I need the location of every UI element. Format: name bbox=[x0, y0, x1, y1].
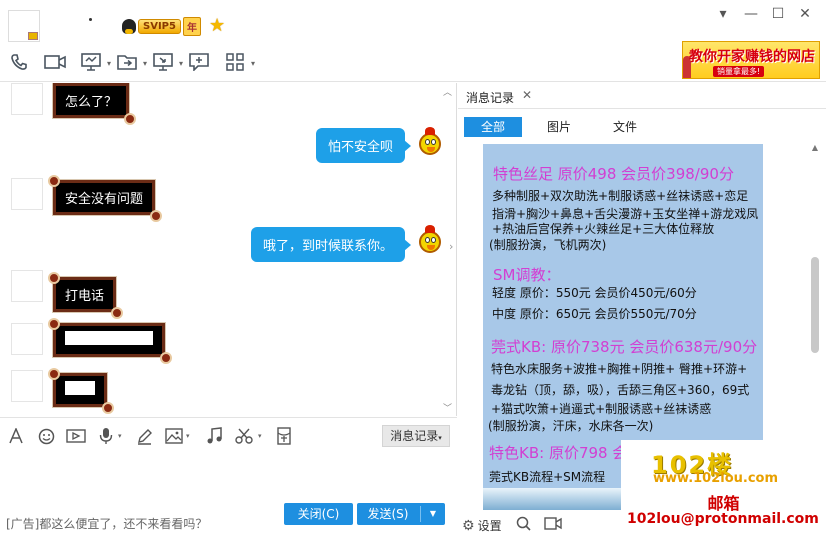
ad-banner-subline: 销量拿最多! bbox=[713, 66, 765, 77]
contact-name-dot bbox=[89, 18, 92, 21]
close-window-button[interactable]: ✕ bbox=[795, 6, 815, 22]
tab-message-history[interactable]: 消息记录 bbox=[466, 89, 514, 106]
record-audio-icon[interactable] bbox=[543, 516, 562, 535]
file-transfer-icon[interactable]: ▾ bbox=[116, 52, 147, 72]
poster-title: 特色丝足 原价498 会员价398/90分 bbox=[493, 165, 734, 183]
screen-share-icon[interactable]: ▾ bbox=[80, 52, 111, 72]
input-toolbar: ▾ ▾ ▾ 消息记录▾ bbox=[0, 417, 457, 453]
apps-icon[interactable]: ▾ bbox=[224, 52, 255, 72]
poster-line: +猫式吹箫+逍遥式+制服诱惑+丝袜诱惑 bbox=[491, 402, 712, 416]
watermark-mail-address: 102lou@protonmail.com bbox=[627, 511, 819, 527]
contact-avatar[interactable] bbox=[8, 10, 40, 42]
poster-title: SM调教： bbox=[493, 266, 561, 284]
video-message-icon[interactable] bbox=[66, 427, 86, 445]
outgoing-message: 哦了，到时候联系你。 bbox=[251, 227, 412, 262]
mic-dropdown-icon[interactable]: ▾ bbox=[118, 432, 122, 440]
filter-all[interactable]: 全部 bbox=[464, 117, 522, 137]
message-text: 打电话 bbox=[65, 289, 105, 304]
incoming-message bbox=[48, 318, 172, 364]
watermark-url: www.102lou.com bbox=[653, 471, 779, 486]
ad-banner[interactable]: 教你开家赚钱的网店 销量拿最多! bbox=[682, 41, 820, 79]
send-button[interactable]: 发送(S) ▼ bbox=[357, 503, 445, 525]
maximize-button[interactable]: ☐ bbox=[768, 6, 788, 22]
settings-label[interactable]: 设置 bbox=[478, 517, 502, 534]
close-button[interactable]: 关闭(C) bbox=[284, 503, 353, 525]
microphone-icon[interactable] bbox=[96, 427, 116, 445]
chat-toolbar: ▾ ▾ ▾ ▾ bbox=[8, 52, 260, 72]
minimize-button[interactable]: — bbox=[741, 6, 761, 22]
site-watermark: 102楼 www.102lou.com 邮箱 102lou@protonmail… bbox=[621, 440, 826, 540]
message-history-label: 消息记录 bbox=[390, 429, 439, 443]
star-icon: ★ bbox=[208, 15, 226, 36]
contact-avatar-small[interactable] bbox=[11, 178, 43, 210]
dropdown-icon[interactable]: ▾ bbox=[713, 6, 733, 22]
phone-icon[interactable] bbox=[8, 52, 30, 72]
ad-banner-headline: 教你开家赚钱的网店 bbox=[689, 49, 815, 65]
settings-icon[interactable]: ⚙ bbox=[462, 518, 475, 534]
poster-line: 特色水床服务+波推+胸推+阴推+ 臀推+环游+ bbox=[491, 362, 748, 376]
history-scrollbar[interactable]: ▲ bbox=[810, 143, 820, 483]
contact-avatar-small[interactable] bbox=[11, 270, 43, 302]
contact-avatar-small[interactable] bbox=[11, 83, 43, 115]
qq-penguin-icon bbox=[122, 18, 136, 34]
poster-line: (制服扮演，飞机两次) bbox=[489, 238, 607, 252]
poster-line: +热油后宫保养+火辣丝足+三大体位释放 bbox=[492, 222, 715, 236]
incoming-message bbox=[48, 368, 114, 414]
video-icon[interactable] bbox=[44, 52, 66, 72]
poster-title: 特色KB: 原价798 会 bbox=[489, 444, 628, 462]
poster-line: 多种制服+双次助洗+制服诱惑+丝袜诱惑+恋足 bbox=[492, 189, 749, 203]
filter-images[interactable]: 图片 bbox=[530, 117, 588, 137]
search-icon[interactable] bbox=[516, 516, 531, 535]
scroll-down-icon[interactable]: ﹀ bbox=[443, 401, 452, 414]
image-icon[interactable] bbox=[164, 427, 184, 445]
whiteboard-icon[interactable] bbox=[188, 52, 210, 72]
vip-badge-group[interactable]: SVIP5 年 ★ bbox=[122, 15, 226, 36]
font-icon[interactable] bbox=[6, 427, 26, 445]
contact-avatar-small[interactable] bbox=[11, 370, 43, 402]
poster-title: 莞式KB: 原价738元 会员价638元/90分 bbox=[491, 338, 758, 356]
message-text: 怎么了？ bbox=[65, 95, 118, 110]
redacted-message bbox=[65, 381, 95, 395]
collapse-panel-icon[interactable]: › bbox=[449, 240, 453, 253]
ad-link[interactable]: [广告]都这么便宜了，还不来看看吗？ bbox=[6, 515, 207, 532]
scroll-up-icon[interactable]: ︿ bbox=[443, 85, 452, 98]
svip-badge: SVIP5 bbox=[138, 18, 181, 34]
message-text: 哦了，到时候联系你。 bbox=[263, 239, 394, 254]
year-badge: 年 bbox=[182, 16, 201, 36]
image-dropdown-icon[interactable]: ▾ bbox=[186, 432, 190, 440]
message-text: 怕不安全呗 bbox=[328, 140, 394, 155]
send-options-dropdown-icon[interactable]: ▼ bbox=[421, 503, 445, 525]
self-avatar-bird-icon[interactable] bbox=[417, 225, 443, 255]
chat-message-area[interactable]: ︿ 怎么了？ 怕不安全呗 安全没有问题 哦了，到时候联系你。 打电话 ﹀ bbox=[0, 83, 457, 416]
self-avatar-bird-icon[interactable] bbox=[417, 127, 443, 157]
poster-line: 毒龙钻（顶，舔，吸），舌舔三角区+360，69式 bbox=[491, 383, 750, 397]
contact-avatar-small[interactable] bbox=[11, 323, 43, 355]
scissors-icon[interactable] bbox=[234, 427, 254, 445]
red-packet-icon[interactable] bbox=[274, 427, 294, 445]
close-tab-icon[interactable]: ✕ bbox=[522, 88, 532, 102]
poster-line: 莞式KB流程+SM流程 bbox=[489, 470, 606, 484]
poster-line: (制服扮演，汗床，水床各一次) bbox=[488, 419, 654, 433]
filter-files[interactable]: 文件 bbox=[596, 117, 654, 137]
poster-line: 中度 原价：650元 会员价550元/70分 bbox=[492, 307, 697, 321]
incoming-message: 安全没有问题 bbox=[48, 175, 163, 222]
incoming-message: 怎么了？ bbox=[51, 83, 137, 125]
outgoing-message: 怕不安全呗 bbox=[316, 128, 412, 163]
redacted-message bbox=[65, 331, 153, 345]
history-bottom-bar: ⚙ 设置 bbox=[462, 516, 565, 535]
incoming-message: 打电话 bbox=[48, 272, 124, 319]
title-bar: SVIP5 年 ★ ▾ — ☐ ✕ ▾ ▾ ▾ ▾ 教你开家赚钱的网店 销量拿最… bbox=[0, 0, 826, 82]
message-history-button[interactable]: 消息记录▾ bbox=[382, 425, 450, 447]
screenshot-dropdown-icon[interactable]: ▾ bbox=[258, 432, 262, 440]
emoji-icon[interactable] bbox=[36, 427, 56, 445]
poster-line: 轻度 原价：550元 会员价450元/60分 bbox=[492, 286, 697, 300]
message-text: 安全没有问题 bbox=[65, 192, 144, 207]
music-icon[interactable] bbox=[204, 427, 224, 445]
remote-desktop-icon[interactable]: ▾ bbox=[152, 52, 183, 72]
pen-icon[interactable] bbox=[134, 427, 154, 445]
scrollbar-thumb[interactable] bbox=[811, 257, 819, 353]
send-label: 发送(S) bbox=[367, 507, 409, 521]
